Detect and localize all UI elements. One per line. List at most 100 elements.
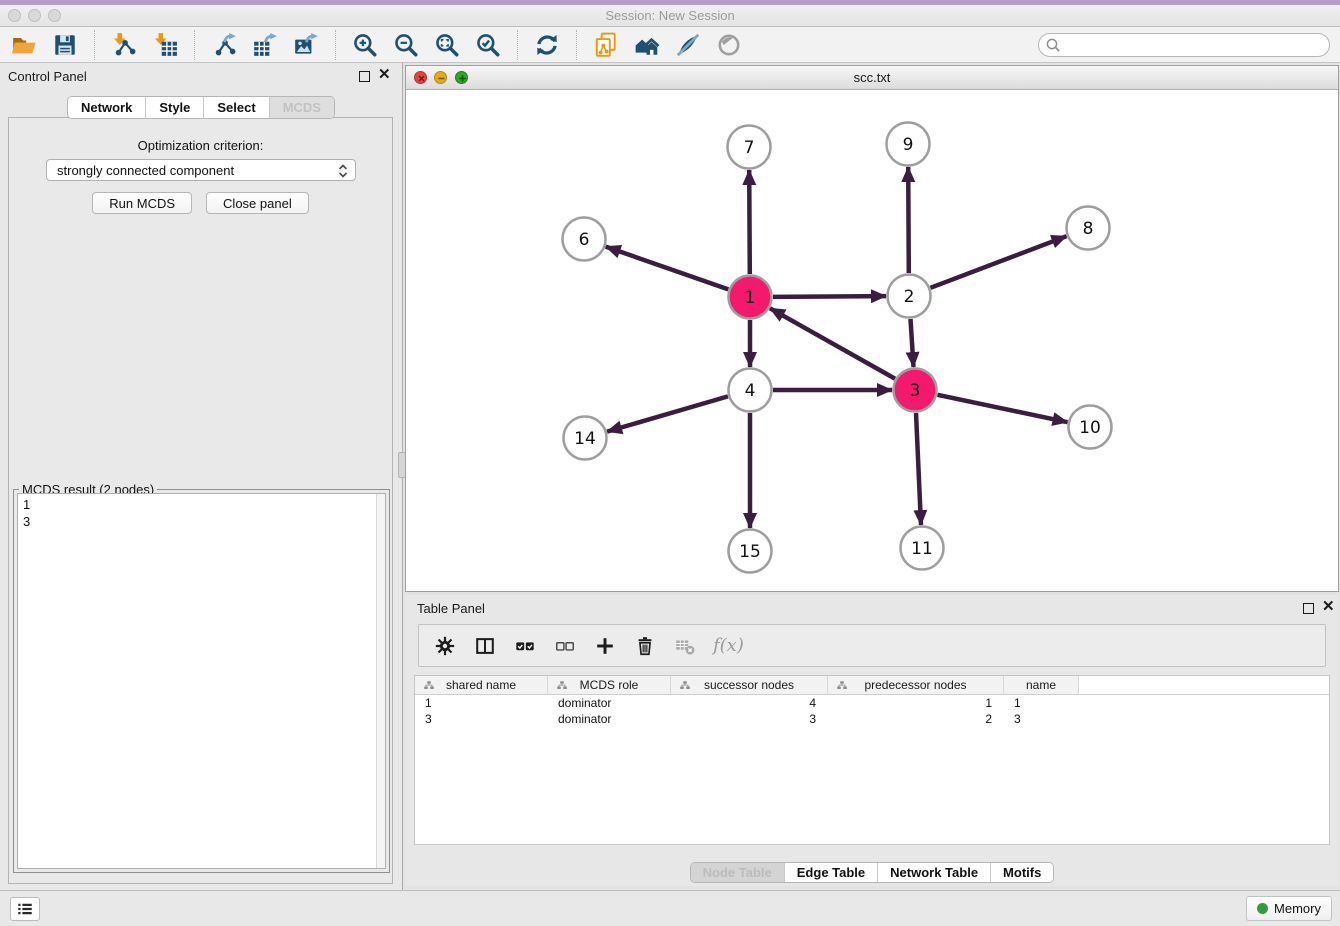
control-panel-tabs: NetworkStyleSelectMCDS: [0, 96, 402, 119]
float-table-panel-icon[interactable]: [1303, 603, 1314, 614]
graph-node-14[interactable]: 14: [564, 417, 607, 460]
column-header-mcds-role[interactable]: MCDS role: [548, 676, 671, 694]
graph-edge-1-7[interactable]: [749, 170, 750, 274]
column-header-shared-name[interactable]: shared name: [415, 676, 548, 694]
close-panel-icon[interactable]: ✕: [378, 67, 391, 83]
first-neighbors-button[interactable]: [633, 31, 661, 59]
deselect-all-rows-button[interactable]: [553, 634, 577, 658]
graph-node-4[interactable]: 4: [729, 369, 772, 412]
delete-column-button[interactable]: [633, 634, 657, 658]
graph-edge-2-3[interactable]: [911, 319, 914, 367]
column-header-name[interactable]: name: [1004, 676, 1079, 694]
result-scrollbar[interactable]: [376, 494, 385, 868]
graph-node-3[interactable]: 3: [894, 369, 937, 412]
add-column-button[interactable]: [593, 634, 617, 658]
svg-text:4: 4: [745, 381, 756, 401]
graph-edge-3-11[interactable]: [916, 413, 921, 525]
import-network-button[interactable]: [110, 31, 138, 59]
run-mcds-button[interactable]: Run MCDS: [92, 192, 192, 214]
graph-node-10[interactable]: 10: [1069, 406, 1112, 449]
tab-node-table[interactable]: Node Table: [691, 863, 785, 882]
memory-button[interactable]: Memory: [1246, 896, 1332, 921]
table-cell[interactable]: 3: [1004, 712, 1079, 726]
export-network-button[interactable]: [210, 31, 238, 59]
tab-motifs[interactable]: Motifs: [991, 863, 1053, 882]
table-cell[interactable]: dominator: [548, 696, 671, 710]
duplicate-network-button[interactable]: [592, 31, 620, 59]
graph-node-15[interactable]: 15: [729, 530, 772, 573]
memory-label: Memory: [1274, 901, 1321, 916]
table-cell[interactable]: 1: [828, 696, 1004, 710]
table-cell[interactable]: 2: [828, 712, 1004, 726]
table-body: 1dominator4113dominator323: [415, 695, 1329, 727]
table-cell[interactable]: 1: [1004, 696, 1079, 710]
zoom-out-button[interactable]: [392, 31, 420, 59]
graph-edge-3-1[interactable]: [770, 308, 895, 378]
save-session-button[interactable]: [51, 31, 79, 59]
mcds-result-text[interactable]: 1 3: [17, 493, 386, 869]
zoom-fit-button[interactable]: [433, 31, 461, 59]
graph-node-11[interactable]: 11: [901, 527, 944, 570]
table-row[interactable]: 1dominator411: [415, 695, 1329, 711]
zoom-in-button[interactable]: [351, 31, 379, 59]
table-cell[interactable]: 4: [671, 696, 828, 710]
tab-network[interactable]: Network: [68, 97, 146, 118]
export-image-button[interactable]: [292, 31, 320, 59]
table-cell[interactable]: dominator: [548, 712, 671, 726]
table-settings-button[interactable]: [433, 634, 457, 658]
float-panel-icon[interactable]: [359, 71, 370, 82]
folder-open-icon: [11, 32, 37, 58]
graph-node-9[interactable]: 9: [887, 123, 930, 166]
zoom-out-icon: [393, 32, 419, 58]
close-table-panel-icon[interactable]: ✕: [1322, 599, 1335, 615]
column-header-predecessor-nodes[interactable]: predecessor nodes: [828, 676, 1004, 694]
search-box[interactable]: [1038, 33, 1330, 57]
graph-edge-3-10[interactable]: [938, 395, 1068, 422]
graph-node-8[interactable]: 8: [1067, 207, 1110, 250]
tab-select[interactable]: Select: [204, 97, 269, 118]
graphics-details-button[interactable]: [674, 31, 702, 59]
graph-edge-2-9[interactable]: [908, 167, 909, 273]
trash-icon: [634, 635, 656, 657]
show-columns-button[interactable]: [473, 634, 497, 658]
zoom-selected-button[interactable]: [474, 31, 502, 59]
tab-mcds[interactable]: MCDS: [270, 97, 334, 118]
import-table-button[interactable]: [151, 31, 179, 59]
graph-edge-1-2[interactable]: [773, 296, 886, 297]
duplicate-network-icon: [593, 32, 619, 58]
open-session-button[interactable]: [10, 31, 38, 59]
export-table-button[interactable]: [251, 31, 279, 59]
column-header-successor-nodes[interactable]: successor nodes: [671, 676, 828, 694]
table-cell[interactable]: 1: [415, 696, 548, 710]
refresh-button[interactable]: [533, 31, 561, 59]
table-cell[interactable]: 3: [415, 712, 548, 726]
close-panel-button[interactable]: Close panel: [206, 192, 309, 214]
graph-node-6[interactable]: 6: [563, 218, 606, 261]
select-all-rows-button[interactable]: [513, 634, 537, 658]
select-all-icon: [514, 635, 536, 657]
table-cell[interactable]: 3: [671, 712, 828, 726]
column-label: shared name: [446, 678, 516, 692]
tab-style[interactable]: Style: [146, 97, 204, 118]
tab-network-table[interactable]: Network Table: [878, 863, 991, 882]
criterion-dropdown[interactable]: strongly connected component: [46, 159, 356, 181]
task-history-button[interactable]: [10, 897, 40, 921]
org-icon: [423, 680, 435, 692]
graph-edge-2-8[interactable]: [931, 236, 1067, 288]
graph-node-1[interactable]: 1: [729, 276, 772, 319]
toolbar-separator: [517, 30, 518, 60]
fx-icon: f(x): [713, 635, 744, 656]
table-row[interactable]: 3dominator323: [415, 711, 1329, 727]
graph-edge-1-6[interactable]: [606, 247, 729, 290]
network-view-frame: scc.txt 7968124314101511: [405, 65, 1339, 592]
graph-node-7[interactable]: 7: [728, 126, 771, 169]
graph-edge-4-14[interactable]: [607, 396, 728, 431]
network-graph[interactable]: 7 9 6 8 1 2 4 3 14 10 15 11: [406, 90, 1338, 591]
table-tab-group: Node TableEdge TableNetwork TableMotifs: [690, 862, 1055, 883]
tab-edge-table[interactable]: Edge Table: [785, 863, 878, 882]
export-network-icon: [211, 32, 237, 58]
search-input[interactable]: [1062, 35, 1329, 55]
node-table: shared name MCDS rolesuccessor nodesprede…: [414, 675, 1330, 845]
network-canvas[interactable]: 7 9 6 8 1 2 4 3 14 10 15 11: [406, 90, 1338, 591]
graph-node-2[interactable]: 2: [888, 275, 931, 318]
